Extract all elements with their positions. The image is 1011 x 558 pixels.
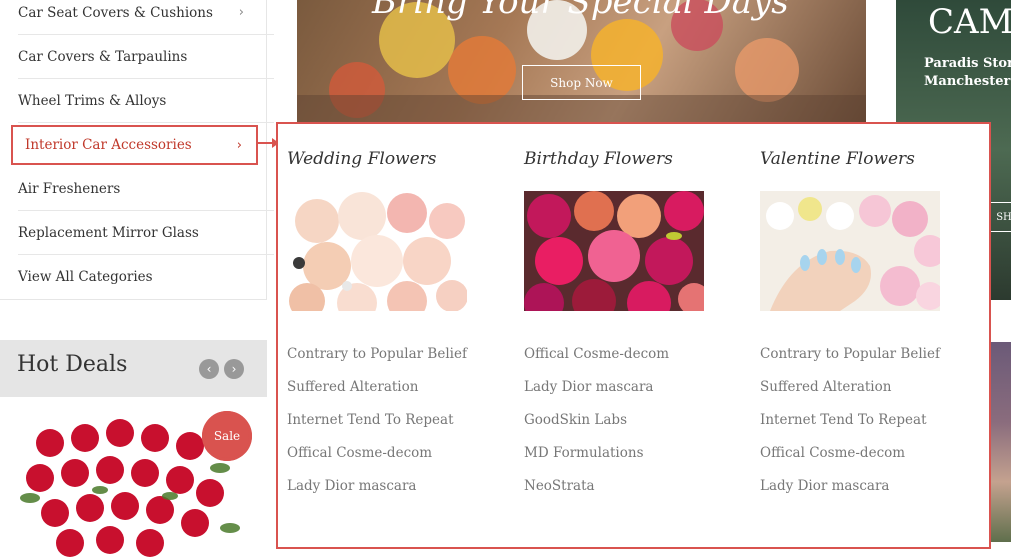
sidebar-item-air-fresheners[interactable]: Air Fresheners: [18, 167, 274, 211]
sidebar-item-label: Interior Car Accessories: [25, 137, 192, 153]
mega-link[interactable]: Internet Tend To Repeat: [760, 412, 940, 445]
category-sidebar: Car Seat Covers & Cushions › Car Covers …: [0, 0, 274, 300]
side-banner-line-2: Manchester: [924, 74, 1011, 89]
mega-link[interactable]: Offical Cosme-decom: [760, 445, 940, 478]
sidebar-item-wheel-trims[interactable]: Wheel Trims & Alloys: [18, 79, 274, 123]
birthday-flowers-image[interactable]: [524, 191, 704, 311]
chevron-left-icon[interactable]: ‹: [199, 359, 219, 379]
mega-link[interactable]: Suffered Alteration: [287, 379, 467, 412]
shop-now-button[interactable]: Shop Now: [522, 65, 641, 100]
mega-column-wedding: Wedding Flowers Contrary to Popular Beli…: [287, 124, 507, 547]
mega-link[interactable]: MD Formulations: [524, 445, 669, 478]
chevron-right-icon: ›: [238, 5, 244, 20]
chevron-right-icon[interactable]: ›: [224, 359, 244, 379]
sidebar-item-view-all[interactable]: View All Categories: [18, 255, 274, 299]
peach-roses-image: [287, 191, 467, 311]
mega-link[interactable]: Lady Dior mascara: [760, 478, 940, 511]
sidebar-item-label: Air Fresheners: [18, 180, 121, 197]
hand-with-flowers-image: [760, 191, 940, 311]
mega-link[interactable]: Internet Tend To Repeat: [287, 412, 467, 445]
hot-deals-header: Hot Deals ‹ ›: [0, 340, 267, 397]
hero-banner: Bring Your Special Days Shop Now: [297, 0, 866, 122]
side-banner-text: Paradis Stor Manchester: [924, 55, 1011, 91]
chevron-right-icon: ›: [236, 137, 242, 153]
side-banner-line-1: Paradis Stor: [924, 56, 1011, 71]
sidebar-item-label: Wheel Trims & Alloys: [18, 92, 167, 109]
side-banner-lower: [990, 342, 1011, 542]
mega-column-title[interactable]: Birthday Flowers: [524, 149, 673, 169]
hot-deals-title: Hot Deals: [17, 352, 128, 377]
sale-badge: Sale: [202, 411, 252, 461]
banner-title: Bring Your Special Days: [372, 0, 789, 22]
mega-link[interactable]: NeoStrata: [524, 478, 669, 511]
sidebar-item-car-seat-covers[interactable]: Car Seat Covers & Cushions ›: [18, 0, 274, 35]
mega-column-links: Contrary to Popular Belief Suffered Alte…: [287, 346, 467, 511]
side-banner-heading: CAM: [928, 2, 1011, 42]
sidebar-item-label: Replacement Mirror Glass: [18, 224, 199, 241]
sidebar-item-interior-accessories[interactable]: Interior Car Accessories ›: [11, 125, 258, 165]
mega-column-birthday: Birthday Flowers Offical Cosme-decom Lad…: [524, 124, 744, 547]
wedding-flowers-image[interactable]: [287, 191, 467, 311]
mega-link[interactable]: GoodSkin Labs: [524, 412, 669, 445]
mega-link[interactable]: Suffered Alteration: [760, 379, 940, 412]
sidebar-item-car-covers[interactable]: Car Covers & Tarpaulins: [18, 35, 274, 79]
mega-menu-panel: Wedding Flowers Contrary to Popular Beli…: [276, 122, 991, 549]
mega-column-valentine: Valentine Flowers Contrary to Popular Be…: [760, 124, 980, 547]
sidebar-item-label: Car Covers & Tarpaulins: [18, 48, 188, 65]
mega-column-title[interactable]: Valentine Flowers: [760, 149, 915, 169]
sidebar-item-label: Car Seat Covers & Cushions: [18, 4, 213, 21]
pink-peonies-image: [524, 191, 704, 311]
mega-link[interactable]: Lady Dior mascara: [287, 478, 467, 511]
mega-link[interactable]: Contrary to Popular Belief: [760, 346, 940, 379]
valentine-flowers-image[interactable]: [760, 191, 940, 311]
mega-column-links: Offical Cosme-decom Lady Dior mascara Go…: [524, 346, 669, 511]
mega-link[interactable]: Offical Cosme-decom: [524, 346, 669, 379]
mega-column-links: Contrary to Popular Belief Suffered Alte…: [760, 346, 940, 511]
sidebar-item-label: View All Categories: [18, 269, 153, 285]
mega-link[interactable]: Lady Dior mascara: [524, 379, 669, 412]
sidebar-item-mirror-glass[interactable]: Replacement Mirror Glass: [18, 211, 274, 255]
mega-link[interactable]: Offical Cosme-decom: [287, 445, 467, 478]
mega-column-title[interactable]: Wedding Flowers: [287, 149, 437, 169]
mega-link[interactable]: Contrary to Popular Belief: [287, 346, 467, 379]
